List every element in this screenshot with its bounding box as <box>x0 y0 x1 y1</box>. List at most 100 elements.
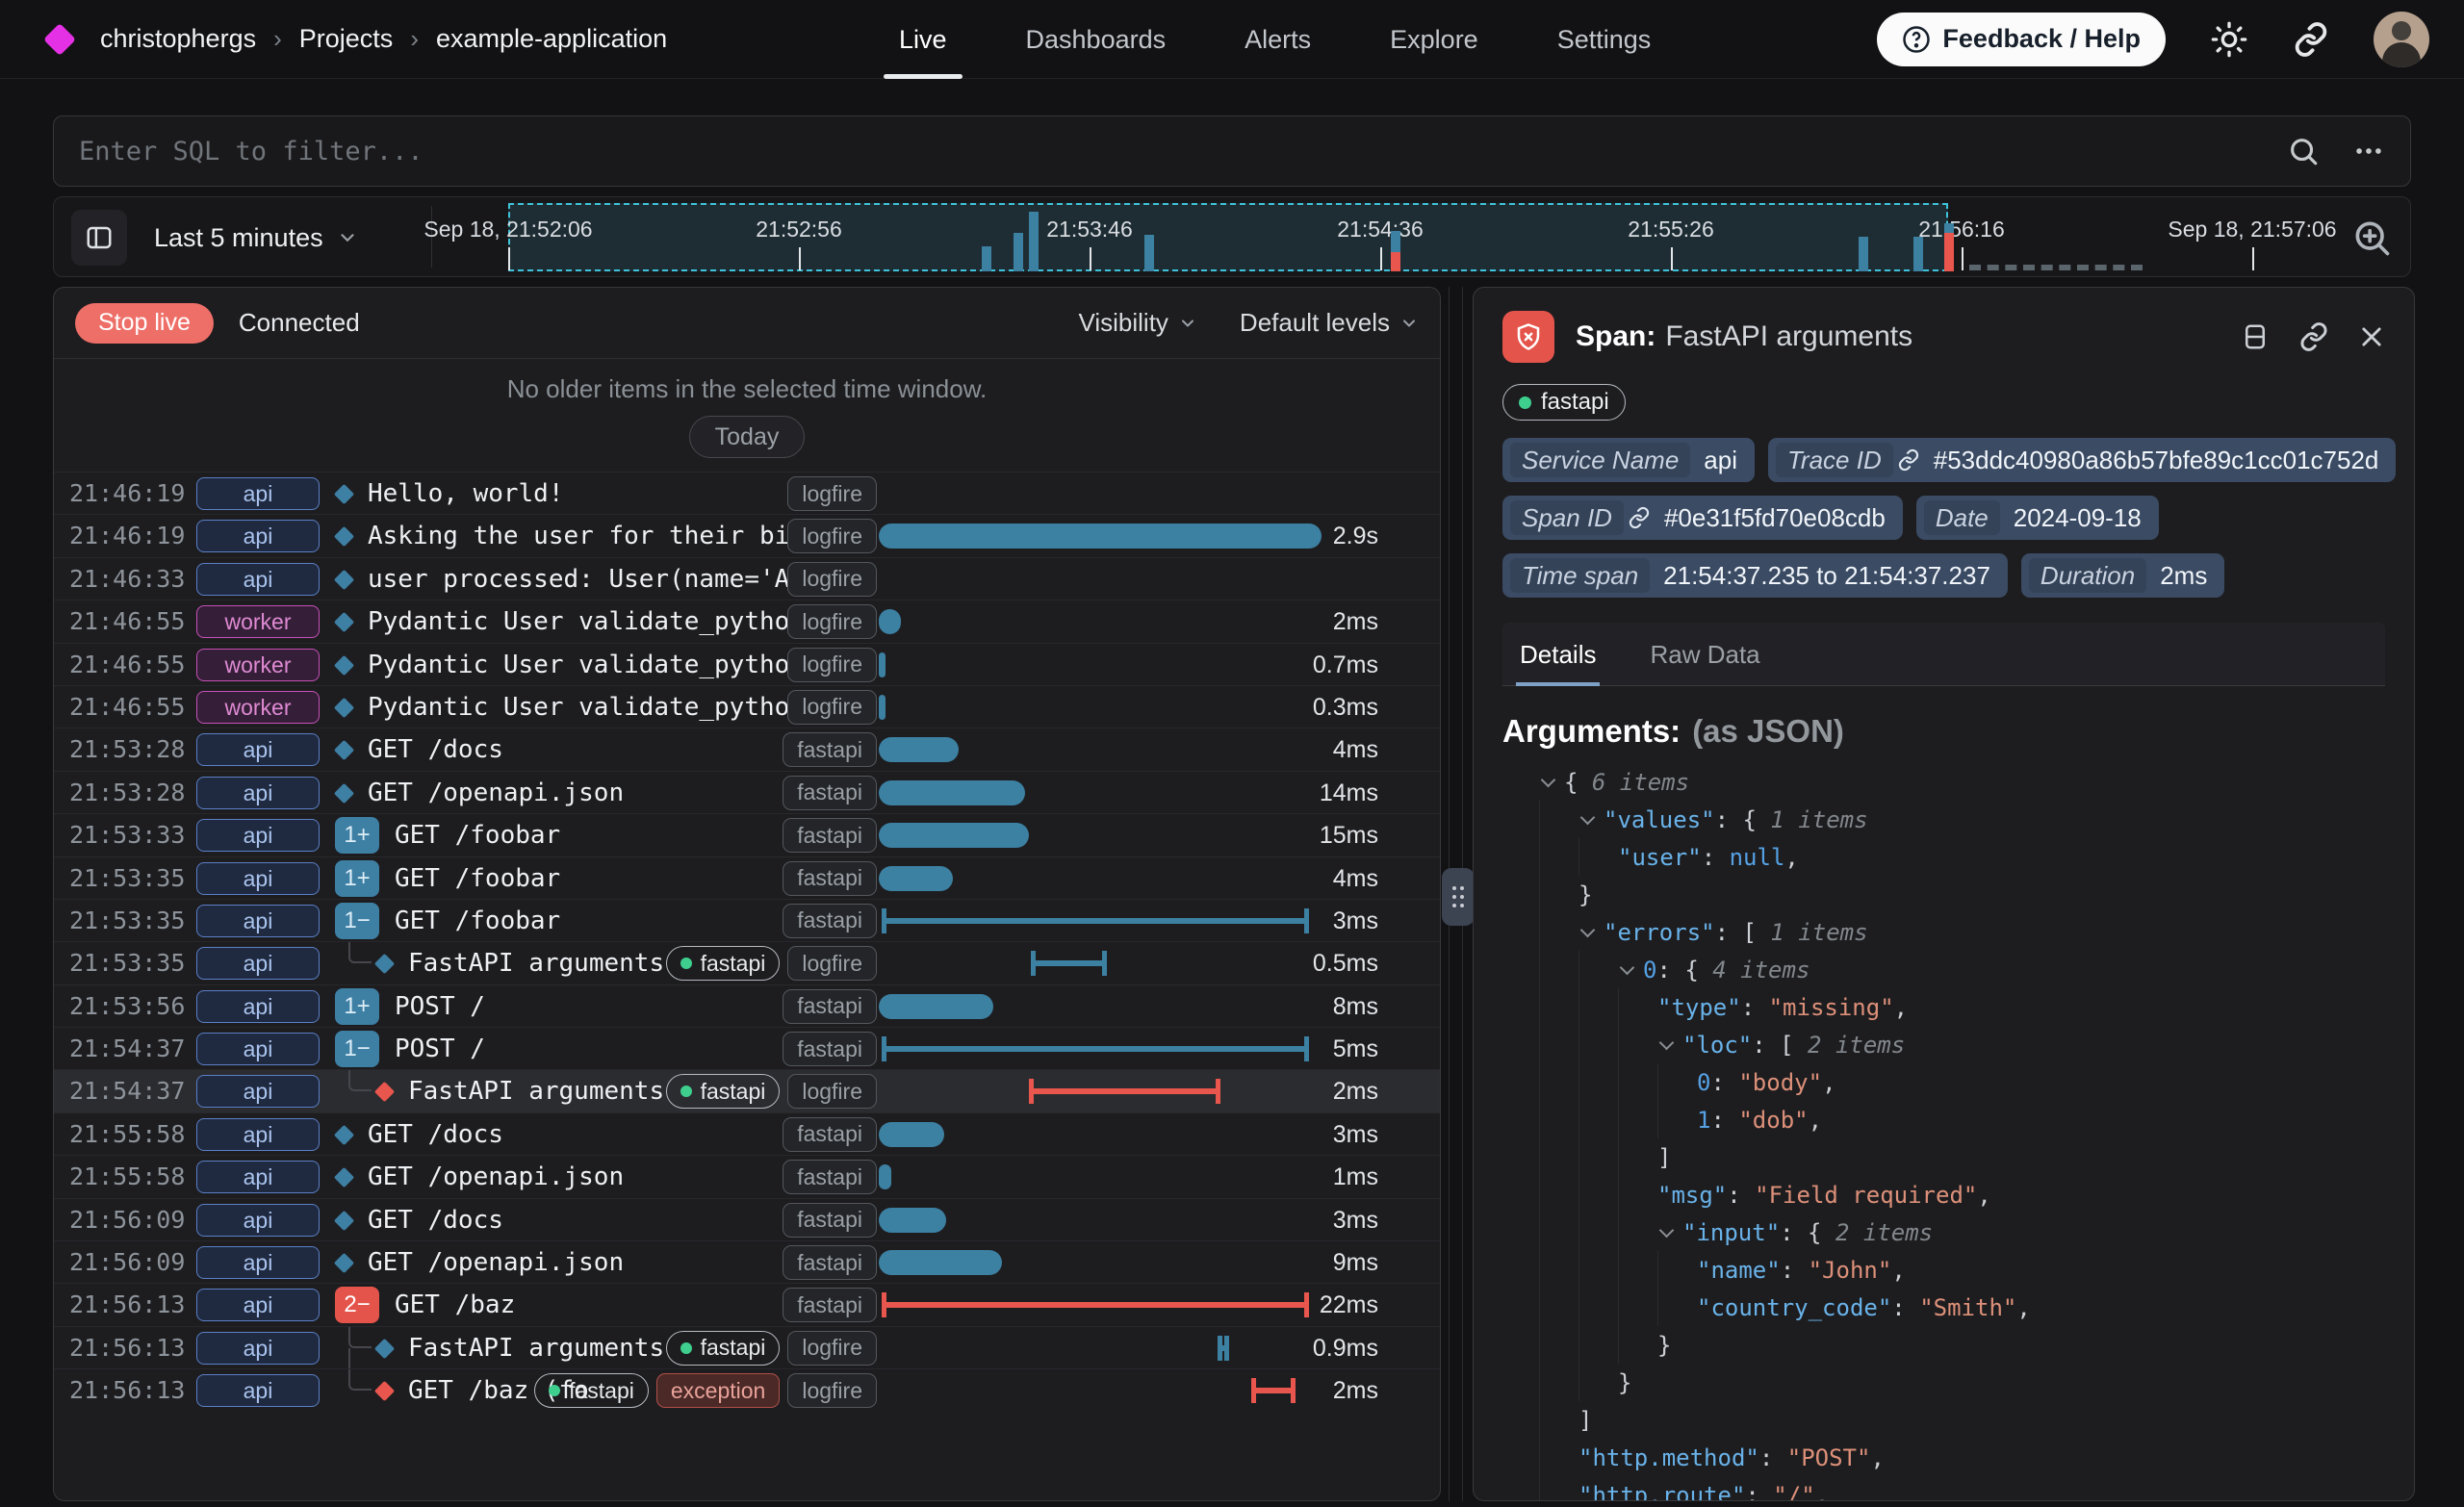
log-row[interactable]: 21:53:56api1+POST /fastapi8ms <box>54 984 1440 1027</box>
json-line: { 6 items <box>1502 763 2385 801</box>
span-duration-bar <box>879 652 886 677</box>
span-diamond-icon <box>334 698 354 718</box>
sidebar-toggle-icon[interactable] <box>71 210 127 266</box>
visibility-dropdown[interactable]: Visibility <box>1078 308 1196 338</box>
span-duration-bar <box>879 695 886 720</box>
span-diamond-icon <box>334 612 354 632</box>
row-tags: fastapi <box>783 1117 877 1152</box>
more-options-icon[interactable] <box>2352 135 2385 167</box>
breadcrumb: christophergs›Projects›example-applicati… <box>100 24 667 54</box>
log-row[interactable]: 21:46:19apiAsking the user for their bir… <box>54 514 1440 556</box>
service-badge-api: api <box>196 1204 320 1237</box>
share-link-icon[interactable] <box>2293 21 2329 58</box>
nested-count-badge[interactable]: 1+ <box>335 988 379 1025</box>
log-row[interactable]: 21:46:19apiHello, world!logfire <box>54 472 1440 514</box>
breadcrumb-item[interactable]: example-application <box>436 24 667 54</box>
nested-count-badge[interactable]: 1+ <box>335 817 379 854</box>
row-timestamp: 21:46:19 <box>69 473 185 515</box>
log-row[interactable]: 21:53:35api1+GET /foobarfastapi4ms <box>54 856 1440 899</box>
logfire-logo-icon[interactable] <box>43 23 76 56</box>
log-row[interactable]: 21:54:37api1−POST /fastapi5ms <box>54 1027 1440 1069</box>
today-button[interactable]: Today <box>689 416 806 458</box>
sql-filter-input[interactable] <box>79 137 2287 166</box>
span-duration-bar <box>879 1250 1002 1275</box>
log-row[interactable]: 21:56:13apiFastAPI argumentsfastapilogfi… <box>54 1326 1440 1368</box>
sql-filter-bar <box>53 115 2411 187</box>
link-icon[interactable] <box>1897 448 1920 472</box>
log-row[interactable]: 21:46:33apiuser processed: User(name='An… <box>54 557 1440 600</box>
log-row[interactable]: 21:56:09apiGET /docsfastapi3ms <box>54 1198 1440 1240</box>
row-tags: fastapi <box>783 1288 877 1322</box>
time-range-label: Last 5 minutes <box>154 223 323 253</box>
panel-resize-handle[interactable] <box>1442 868 1475 926</box>
service-badge-api: api <box>196 819 320 852</box>
feedback-help-button[interactable]: Feedback / Help <box>1877 13 2166 66</box>
timeline-histogram-bar <box>1029 212 1039 271</box>
tab-alerts[interactable]: Alerts <box>1241 0 1315 79</box>
time-range-dropdown[interactable]: Last 5 minutes <box>154 197 358 278</box>
meta-pill-span-id: Span ID#0e31f5fd70e08cdb <box>1502 496 1903 540</box>
log-row[interactable]: 21:56:13api2−GET /bazfastapi22ms <box>54 1283 1440 1325</box>
timeline-tick-mark <box>1671 247 1673 270</box>
log-row[interactable]: 21:56:09apiGET /openapi.jsonfastapi9ms <box>54 1240 1440 1283</box>
log-row[interactable]: 21:53:33api1+GET /foobarfastapi15ms <box>54 813 1440 856</box>
span-duration-text: 4ms <box>1244 857 1378 900</box>
row-timestamp: 21:46:55 <box>69 600 185 643</box>
theme-toggle-icon[interactable] <box>2210 20 2248 59</box>
log-row[interactable]: 21:53:35apiFastAPI argumentsfastapilogfi… <box>54 941 1440 983</box>
span-duration-bar <box>879 1122 944 1147</box>
nested-count-badge[interactable]: 1− <box>335 903 379 939</box>
log-row[interactable]: 21:46:55workerPydantic User validate_pyt… <box>54 685 1440 728</box>
search-icon[interactable] <box>2287 135 2320 167</box>
link-icon[interactable] <box>1628 506 1651 529</box>
timeline-selection[interactable] <box>508 203 1948 271</box>
detail-tab-details[interactable]: Details <box>1516 623 1600 685</box>
split-panel-icon[interactable] <box>2241 322 2270 351</box>
tag-logfire: logfire <box>787 562 877 597</box>
service-badge-api: api <box>196 1374 320 1407</box>
nested-count-badge[interactable]: 1+ <box>335 860 379 897</box>
log-row[interactable]: 21:54:37apiFastAPI argumentsfastapilogfi… <box>54 1069 1440 1111</box>
close-icon[interactable] <box>2358 323 2385 350</box>
nested-count-badge[interactable]: 2− <box>335 1287 379 1323</box>
row-tags: fastapi <box>783 1203 877 1238</box>
tab-live[interactable]: Live <box>895 0 951 79</box>
log-row[interactable]: 21:53:35api1−GET /foobarfastapi3ms <box>54 899 1440 941</box>
user-avatar[interactable] <box>2374 12 2429 67</box>
tag-fastapi: fastapi <box>783 1032 877 1066</box>
log-row[interactable]: 21:46:55workerPydantic User validate_pyt… <box>54 600 1440 642</box>
breadcrumb-item[interactable]: Projects <box>299 24 394 54</box>
copy-link-icon[interactable] <box>2298 321 2329 352</box>
help-circle-icon <box>1902 25 1931 54</box>
row-timestamp: 21:46:19 <box>69 515 185 557</box>
timeline-zoom-in-icon[interactable] <box>2350 197 2393 278</box>
tab-settings[interactable]: Settings <box>1553 0 1656 79</box>
span-duration-text: 22ms <box>1244 1284 1378 1326</box>
log-row[interactable]: 21:55:58apiGET /docsfastapi3ms <box>54 1112 1440 1155</box>
detail-tab-raw-data[interactable]: Raw Data <box>1646 623 1763 685</box>
span-duration-bar <box>879 1164 891 1189</box>
span-duration-bar <box>1031 951 1107 976</box>
log-row[interactable]: 21:56:13apiGET /baz (fofastapiexceptionl… <box>54 1368 1440 1411</box>
log-row[interactable]: 21:46:55workerPydantic User validate_pyt… <box>54 643 1440 685</box>
span-duration-bar <box>1029 1079 1220 1104</box>
json-line: "http.method": "POST", <box>1502 1439 2385 1476</box>
error-shield-icon <box>1502 311 1554 363</box>
tab-dashboards[interactable]: Dashboards <box>1022 0 1170 79</box>
service-badge-api: api <box>196 777 320 809</box>
tab-explore[interactable]: Explore <box>1386 0 1482 79</box>
span-diamond-icon <box>334 1253 354 1273</box>
row-timestamp: 21:53:35 <box>69 942 185 984</box>
span-bar-zone <box>879 473 1322 515</box>
breadcrumb-item[interactable]: christophergs <box>100 24 256 54</box>
tag-fastapi: fastapi <box>666 1331 781 1366</box>
log-row[interactable]: 21:53:28apiGET /openapi.jsonfastapi14ms <box>54 771 1440 813</box>
timeline-histogram-bar <box>1014 233 1023 271</box>
log-row[interactable]: 21:53:28apiGET /docsfastapi4ms <box>54 728 1440 770</box>
default-levels-dropdown[interactable]: Default levels <box>1240 308 1419 338</box>
span-diamond-icon <box>334 484 354 504</box>
row-timestamp: 21:53:35 <box>69 900 185 942</box>
stop-live-button[interactable]: Stop live <box>75 303 214 344</box>
nested-count-badge[interactable]: 1− <box>335 1031 379 1067</box>
log-row[interactable]: 21:55:58apiGET /openapi.jsonfastapi1ms <box>54 1155 1440 1197</box>
